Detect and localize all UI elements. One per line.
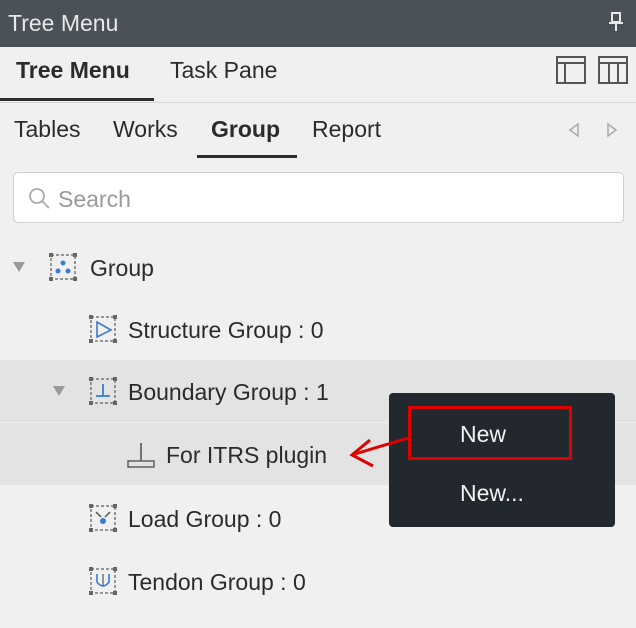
callout-arrow-icon (349, 436, 409, 468)
